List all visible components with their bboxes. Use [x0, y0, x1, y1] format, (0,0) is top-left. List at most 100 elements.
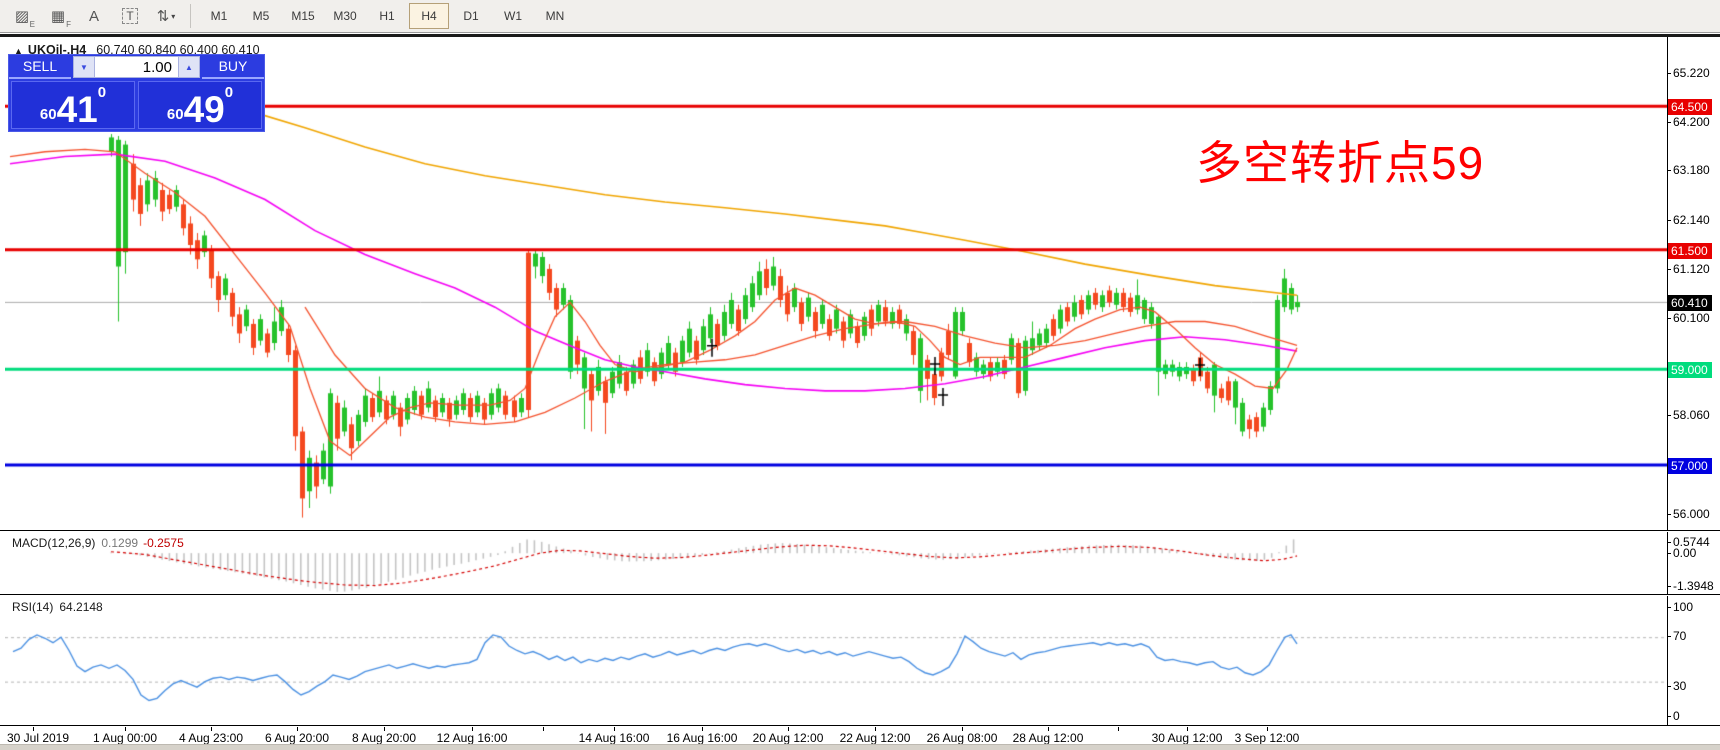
chart-annotation-text[interactable]: 多空转折点59 — [1196, 127, 1484, 193]
price-badge-64.500: 64.500 — [1668, 99, 1712, 115]
trading-app-window: ▨E▦FAT⇅▾ M1M5M15M30H1H4D1W1MN 65.22064.2… — [0, 0, 1720, 750]
macd-main-value: 0.1299 — [101, 536, 138, 550]
axis-tick — [1667, 415, 1671, 416]
macd-canvas[interactable] — [5, 532, 1667, 594]
time-label: 20 Aug 12:00 — [753, 731, 824, 745]
buy-price-tile[interactable]: 60490 — [138, 81, 262, 129]
time-label: 22 Aug 12:00 — [840, 731, 911, 745]
price-tick-label: 62.140 — [1673, 213, 1710, 227]
horizontal-scrollbar[interactable] — [0, 744, 1720, 750]
timeframe-button-h4[interactable]: H4 — [409, 3, 449, 29]
sell-price-tile[interactable]: 60410 — [11, 81, 135, 129]
axis-tick — [1667, 514, 1671, 515]
timeframe-button-m5[interactable]: M5 — [241, 3, 281, 29]
timeframe-button-w1[interactable]: W1 — [493, 3, 533, 29]
axis-tick — [1667, 170, 1671, 171]
time-minor-tick — [543, 727, 544, 731]
price-badge-60.410: 60.410 — [1668, 295, 1712, 311]
rsi-panel — [0, 596, 1720, 726]
text-box-icon-button[interactable]: T — [114, 2, 146, 30]
buy-price-point: 0 — [225, 84, 233, 101]
volume-decrease-button[interactable]: ▼ — [73, 56, 95, 78]
buy-button[interactable]: BUY — [202, 55, 264, 79]
sell-price-handle: 60 — [40, 106, 57, 123]
price-badge-61.500: 61.500 — [1668, 243, 1712, 259]
timeframe-button-mn[interactable]: MN — [535, 3, 575, 29]
text-box-icon: T — [122, 8, 137, 24]
time-label: 28 Aug 12:00 — [1013, 731, 1084, 745]
macd-panel — [0, 532, 1720, 595]
arrows-icon: ⇅ — [157, 7, 170, 25]
price-badge-57.000: 57.000 — [1668, 458, 1712, 474]
one-click-trade-widget: SELL ▼ 1.00 ▲ BUY 60410 60490 — [8, 54, 265, 132]
timeframe-button-m1[interactable]: M1 — [199, 3, 239, 29]
rsi-label: RSI(14) — [12, 600, 53, 614]
dropdown-caret-icon: ▾ — [171, 12, 175, 21]
text-label-icon-button[interactable]: A — [78, 2, 110, 30]
grid-pattern-icon: ▦ — [51, 7, 65, 25]
time-label: 1 Aug 00:00 — [93, 731, 157, 745]
volume-increase-button[interactable]: ▲ — [178, 56, 200, 78]
toolbar: ▨E▦FAT⇅▾ M1M5M15M30H1H4D1W1MN — [0, 0, 1720, 33]
trade-row-prices: 60410 60490 — [9, 79, 264, 131]
grid-pattern-icon-sub: F — [66, 20, 71, 29]
axis-tick — [1667, 269, 1671, 270]
time-label: 30 Aug 12:00 — [1152, 731, 1223, 745]
axis-tick — [1667, 716, 1671, 717]
macd-label-row: MACD(12,26,9) 0.1299 -0.2575 — [12, 536, 184, 550]
rsi-tick-label: 30 — [1673, 679, 1686, 693]
volume-input[interactable]: 1.00 — [95, 56, 178, 78]
price-tick-label: 56.000 — [1673, 507, 1710, 521]
macd-signal-value: -0.2575 — [143, 536, 184, 550]
price-tick-label: 64.200 — [1673, 115, 1710, 129]
timeframe-group: M1M5M15M30H1H4D1W1MN — [199, 3, 577, 29]
axis-tick — [1667, 122, 1671, 123]
hatch-pattern-icon-sub: E — [30, 20, 35, 29]
volume-spinner: ▼ 1.00 ▲ — [71, 55, 202, 79]
price-tick-label: 65.220 — [1673, 66, 1710, 80]
sell-button[interactable]: SELL — [9, 55, 71, 79]
time-label: 6 Aug 20:00 — [265, 731, 329, 745]
trade-row-top: SELL ▼ 1.00 ▲ BUY — [9, 55, 264, 79]
time-label: 8 Aug 20:00 — [352, 731, 416, 745]
timeframe-button-m15[interactable]: M15 — [283, 3, 323, 29]
time-axis: 30 Jul 2019 1 Aug 00:00 4 Aug 23:00 6 Aug 2… — [0, 727, 1720, 744]
macd-tick-label: 0.00 — [1673, 546, 1696, 560]
macd-label: MACD(12,26,9) — [12, 536, 95, 550]
time-label: 12 Aug 16:00 — [437, 731, 508, 745]
hatch-pattern-icon-button[interactable]: ▨E — [6, 2, 38, 30]
sell-price-pips: 41 — [57, 93, 98, 126]
time-minor-tick — [1118, 727, 1119, 731]
rsi-value: 64.2148 — [59, 600, 102, 614]
arrows-icon-button[interactable]: ⇅▾ — [150, 2, 182, 30]
axis-tick — [1667, 220, 1671, 221]
price-tick-label: 63.180 — [1673, 163, 1710, 177]
rsi-tick-label: 0 — [1673, 709, 1680, 723]
sell-price-point: 0 — [98, 84, 106, 101]
time-label: 3 Sep 12:00 — [1235, 731, 1300, 745]
macd-tick-label: -1.3948 — [1673, 579, 1714, 593]
time-label: 26 Aug 08:00 — [927, 731, 998, 745]
text-label-icon: A — [89, 8, 99, 25]
price-tick-label: 58.060 — [1673, 408, 1710, 422]
toolbar-icon-group: ▨E▦FAT⇅▾ — [6, 2, 186, 30]
axis-tick — [1667, 542, 1671, 543]
hatch-pattern-icon: ▨ — [15, 7, 29, 25]
time-label: 30 Jul 2019 — [7, 731, 69, 745]
axis-tick — [1667, 73, 1671, 74]
price-badge-59.000: 59.000 — [1668, 362, 1712, 378]
price-tick-label: 60.100 — [1673, 311, 1710, 325]
rsi-canvas[interactable] — [5, 596, 1667, 725]
timeframe-button-h1[interactable]: H1 — [367, 3, 407, 29]
rsi-tick-label: 100 — [1673, 600, 1693, 614]
buy-price-handle: 60 — [167, 106, 184, 123]
timeframe-button-d1[interactable]: D1 — [451, 3, 491, 29]
axis-tick — [1667, 318, 1671, 319]
grid-pattern-icon-button[interactable]: ▦F — [42, 2, 74, 30]
rsi-label-row: RSI(14) 64.2148 — [12, 600, 103, 614]
axis-tick — [1667, 636, 1671, 637]
rsi-tick-label: 70 — [1673, 629, 1686, 643]
rsi-axis-divider — [1667, 596, 1668, 725]
timeframe-button-m30[interactable]: M30 — [325, 3, 365, 29]
time-label: 4 Aug 23:00 — [179, 731, 243, 745]
